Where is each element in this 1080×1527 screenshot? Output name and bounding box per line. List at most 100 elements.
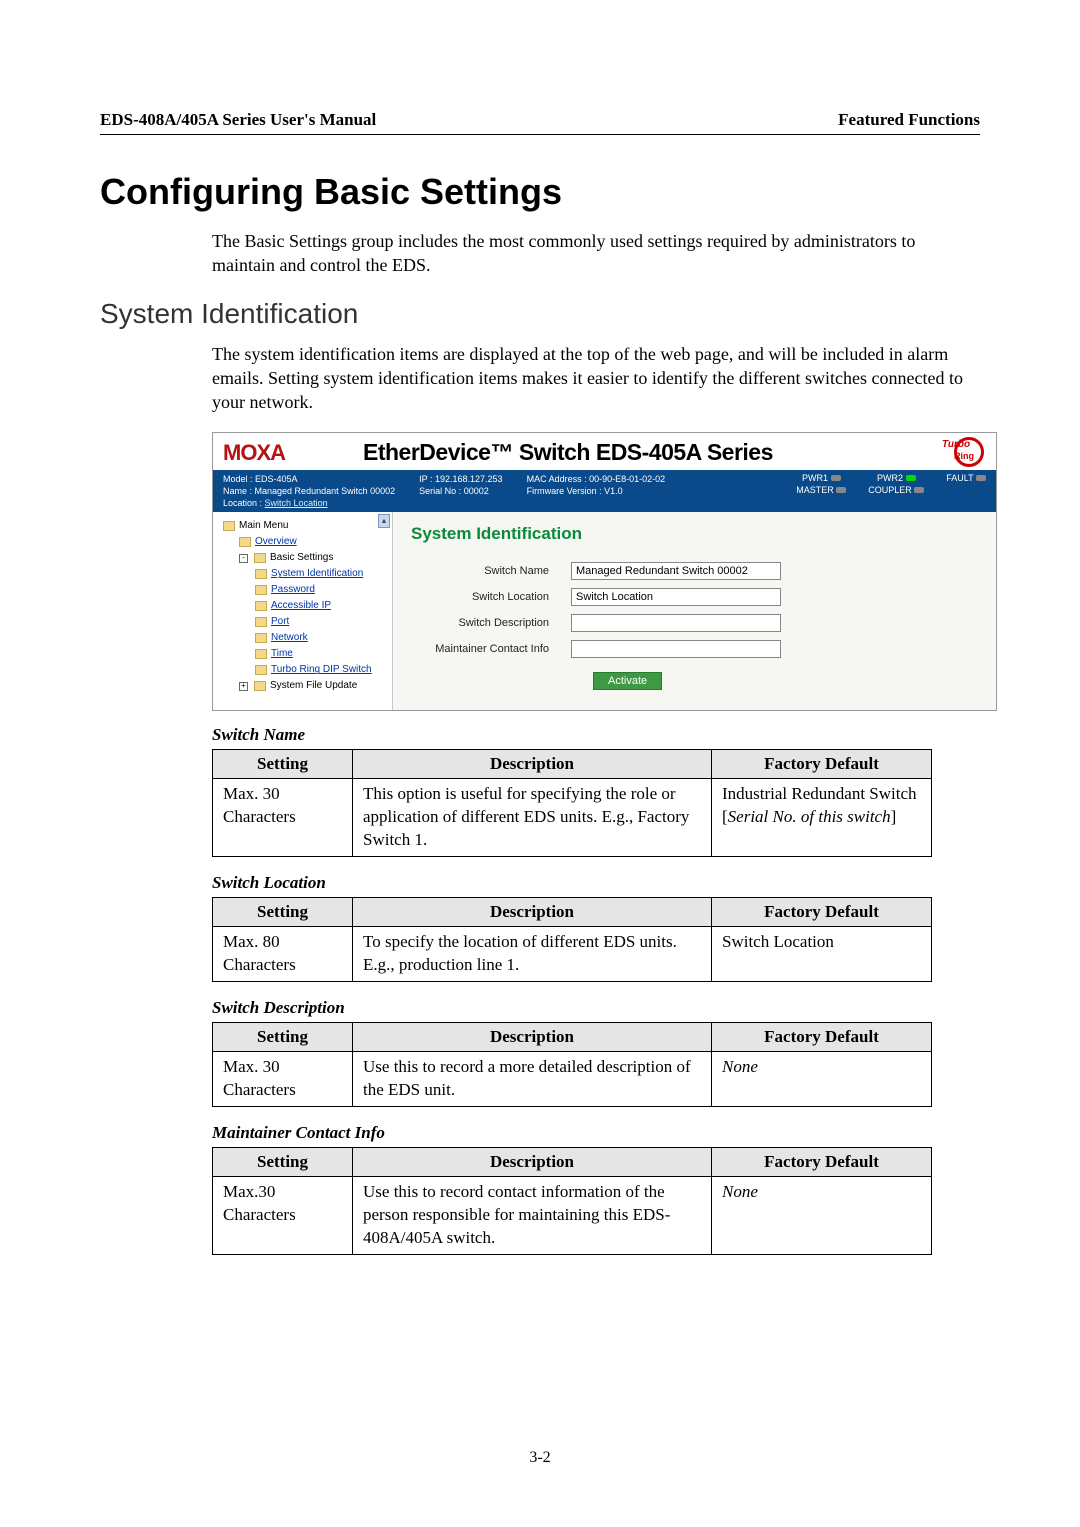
app-topbar: MOXA EtherDevice™ Switch EDS-405A Series… (213, 433, 996, 470)
serial-label: Serial No : (419, 486, 461, 496)
table-switch-location: Setting Description Factory Default Max.… (212, 897, 932, 982)
moxa-logo: MOXA (223, 440, 363, 466)
tree-system-file-update[interactable]: +System File Update (219, 678, 388, 694)
led-pwr1-master: PWR1 MASTER (796, 474, 846, 496)
table-header-row: Setting Description Factory Default (213, 750, 932, 779)
td-description: Use this to record contact information o… (353, 1177, 712, 1255)
tree-main-menu[interactable]: Main Menu (219, 518, 388, 534)
tree-password[interactable]: Password (219, 582, 388, 598)
th-default: Factory Default (712, 750, 932, 779)
name-value: Managed Redundant Switch 00002 (255, 486, 396, 496)
scroll-up-icon[interactable]: ▴ (378, 514, 390, 528)
folder-icon (255, 633, 267, 643)
turbo-text: Turbo (942, 439, 970, 450)
location-label: Location : (223, 498, 262, 508)
model-label: Model : (223, 474, 253, 484)
folder-icon (254, 681, 266, 691)
table-switch-description: Setting Description Factory Default Max.… (212, 1022, 932, 1107)
switch-description-input[interactable] (571, 614, 781, 632)
tree-collapse-icon[interactable]: - (239, 554, 248, 563)
td-default: Switch Location (712, 927, 932, 982)
tree-time[interactable]: Time (219, 646, 388, 662)
activate-button[interactable]: Activate (593, 672, 662, 690)
page-number: 3-2 (0, 1449, 1080, 1467)
led-pwr2-coupler: PWR2 COUPLER (868, 474, 924, 496)
led-fault-icon (976, 475, 986, 481)
page: EDS-408A/405A Series User's Manual Featu… (0, 0, 1080, 1527)
tree-basic-settings[interactable]: -Basic Settings (219, 550, 388, 566)
tree-pane: ▴ Main Menu Overview -Basic Settings Sys… (213, 512, 393, 710)
table-header-row: Setting Description Factory Default (213, 1023, 932, 1052)
th-setting: Setting (213, 1148, 353, 1177)
default-none: None (722, 1057, 758, 1076)
td-default: Industrial Redundant Switch [Serial No. … (712, 779, 932, 857)
th-default: Factory Default (712, 1148, 932, 1177)
folder-icon (255, 617, 267, 627)
status-bar: Model : EDS-405A Name : Managed Redundan… (213, 470, 996, 512)
th-description: Description (353, 1023, 712, 1052)
table-row: Max. 80 Characters To specify the locati… (213, 927, 932, 982)
tree-expand-icon[interactable]: + (239, 682, 248, 691)
pwr1-label: PWR1 (802, 473, 828, 483)
model-value: EDS-405A (255, 474, 298, 484)
tree-system-identification[interactable]: System Identification (219, 566, 388, 582)
td-setting: Max.30 Characters (213, 1177, 353, 1255)
folder-icon (255, 601, 267, 611)
ip-value: 192.168.127.253 (435, 474, 503, 484)
td-setting: Max. 30 Characters (213, 1052, 353, 1107)
table-row: Max.30 Characters Use this to record con… (213, 1177, 932, 1255)
serial-value: 00002 (464, 486, 489, 496)
page-title: Configuring Basic Settings (100, 171, 980, 213)
table-switch-name: Setting Description Factory Default Max.… (212, 749, 932, 857)
caption-switch-location: Switch Location (212, 873, 980, 893)
td-setting: Max. 80 Characters (213, 927, 353, 982)
maintainer-input[interactable] (571, 640, 781, 658)
header-right: Featured Functions (838, 110, 980, 130)
default-suffix: ] (891, 807, 897, 826)
tree-accessible-ip[interactable]: Accessible IP (219, 598, 388, 614)
folder-open-icon (254, 553, 266, 563)
mac-value: 00-90-E8-01-02-02 (589, 474, 665, 484)
row-switch-description: Switch Description (411, 614, 978, 632)
table-header-row: Setting Description Factory Default (213, 1148, 932, 1177)
default-none: None (722, 1182, 758, 1201)
folder-icon (255, 585, 267, 595)
tree-port[interactable]: Port (219, 614, 388, 630)
content-pane: System Identification Switch Name Switch… (393, 512, 996, 710)
switch-description-label: Switch Description (411, 617, 571, 629)
table-row: Max. 30 Characters This option is useful… (213, 779, 932, 857)
th-setting: Setting (213, 898, 353, 927)
th-setting: Setting (213, 1023, 353, 1052)
pwr2-label: PWR2 (877, 473, 903, 483)
tree-network[interactable]: Network (219, 630, 388, 646)
table-maintainer: Setting Description Factory Default Max.… (212, 1147, 932, 1255)
ring-text: Ring (954, 451, 974, 461)
master-label: MASTER (796, 485, 834, 495)
switch-name-input[interactable] (571, 562, 781, 580)
row-maintainer: Maintainer Contact Info (411, 640, 978, 658)
panel-title: System Identification (411, 524, 978, 544)
th-description: Description (353, 750, 712, 779)
switch-location-input[interactable] (571, 588, 781, 606)
mac-label: MAC Address : (527, 474, 587, 484)
td-description: To specify the location of different EDS… (353, 927, 712, 982)
ip-label: IP : (419, 474, 432, 484)
status-col-device: Model : EDS-405A Name : Managed Redundan… (223, 474, 395, 508)
name-label: Name : (223, 486, 252, 496)
td-default: None (712, 1177, 932, 1255)
folder-open-icon (223, 521, 235, 531)
section-title: System Identification (100, 298, 980, 330)
tree-turbo-ring-dip[interactable]: Turbo Ring DIP Switch (219, 662, 388, 678)
fault-label: FAULT (946, 473, 973, 483)
table-header-row: Setting Description Factory Default (213, 898, 932, 927)
led-coupler-icon (914, 487, 924, 493)
tree-overview[interactable]: Overview (219, 534, 388, 550)
turbo-ring-badge: Turbo Ring (946, 437, 984, 467)
location-value[interactable]: Switch Location (265, 498, 328, 508)
status-col-ip: IP : 192.168.127.253 Serial No : 00002 (419, 474, 502, 496)
th-description: Description (353, 1148, 712, 1177)
row-switch-name: Switch Name (411, 562, 978, 580)
status-leds: PWR1 MASTER PWR2 COUPLER FAULT (796, 474, 986, 496)
folder-icon (255, 665, 267, 675)
row-switch-location: Switch Location (411, 588, 978, 606)
